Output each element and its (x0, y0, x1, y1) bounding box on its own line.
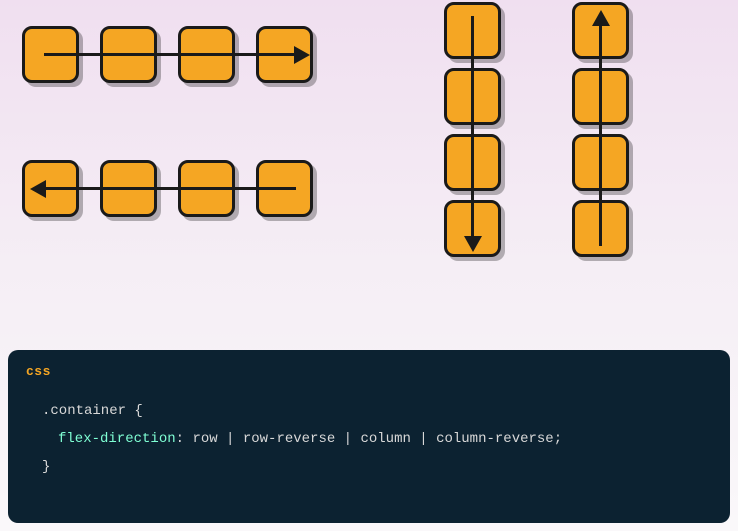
arrowhead-down-icon (464, 236, 482, 252)
arrow-left (44, 187, 296, 190)
code-semicolon: ; (554, 431, 562, 447)
code-close-brace: } (42, 459, 50, 475)
arrow-down (471, 16, 474, 238)
code-property: flex-direction (58, 431, 176, 447)
code-selector: .container (42, 403, 126, 419)
code-block: css .container { flex-direction: row | r… (8, 350, 730, 523)
flex-direction-diagram (0, 0, 738, 345)
code-open-brace: { (134, 403, 142, 419)
code-language-label: css (26, 364, 712, 379)
code-colon: : (176, 431, 184, 447)
arrowhead-left-icon (30, 180, 46, 198)
arrowhead-right-icon (294, 46, 310, 64)
arrowhead-up-icon (592, 10, 610, 26)
arrow-right (44, 53, 296, 56)
code-content: .container { flex-direction: row | row-r… (26, 397, 712, 481)
arrow-up (599, 24, 602, 246)
code-values: row | row-reverse | column | column-reve… (192, 431, 553, 447)
